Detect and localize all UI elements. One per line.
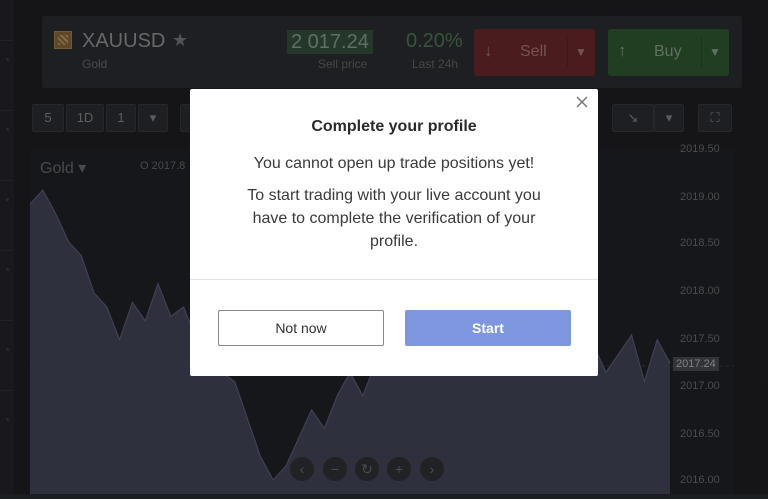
close-icon[interactable] <box>574 94 590 110</box>
dialog-divider <box>190 279 598 280</box>
dialog-message: You cannot open up trade positions yet! <box>253 155 535 172</box>
not-now-button[interactable]: Not now <box>218 310 384 346</box>
start-button[interactable]: Start <box>405 310 571 346</box>
complete-profile-dialog: Complete your profile You cannot open up… <box>190 89 598 376</box>
dialog-title: Complete your profile <box>311 118 477 135</box>
dialog-detail: To start trading with your live account … <box>247 187 541 250</box>
